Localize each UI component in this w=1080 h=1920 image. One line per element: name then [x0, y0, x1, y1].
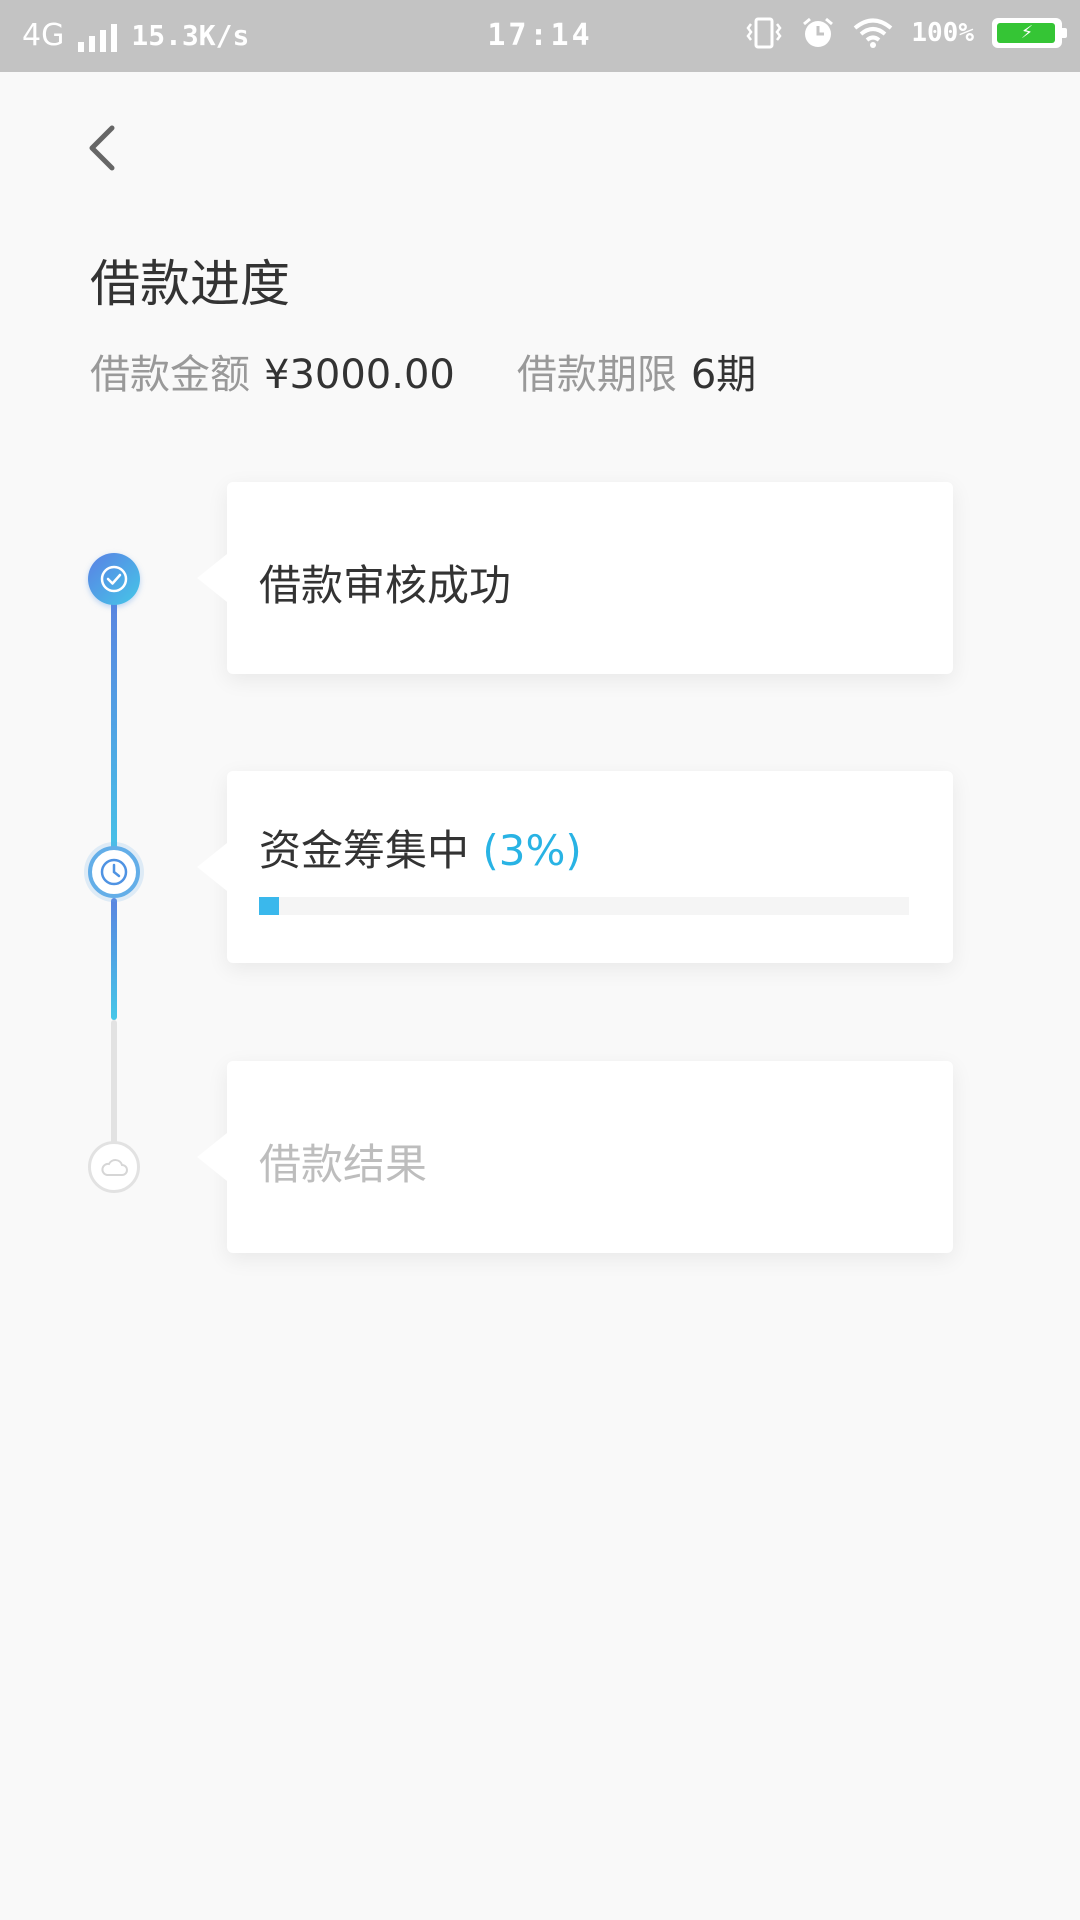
step-card-funding: 资金筹集中 (3%)	[197, 771, 953, 963]
cloud-icon	[101, 1159, 128, 1176]
step-title: 资金筹集中 (3%)	[259, 817, 582, 878]
status-right: 100% ⚡	[745, 16, 1067, 50]
step-title: 借款审核成功	[259, 561, 512, 610]
timeline-connector	[111, 600, 117, 874]
loan-summary: 借款金额 ¥3000.00 借款期限 6期	[90, 342, 756, 400]
step-node-done	[88, 553, 140, 605]
chevron-left-icon	[89, 125, 115, 171]
funding-progress-fill	[259, 897, 279, 915]
back-button[interactable]	[78, 118, 128, 178]
alarm-icon	[803, 17, 834, 47]
term-value: 6期	[690, 352, 757, 398]
wifi-icon	[854, 18, 893, 48]
status-bar: 4G 15.3K/s 17:14 100% ⚡	[0, 0, 1080, 72]
page-title: 借款进度	[90, 255, 290, 313]
step-card-review: 借款审核成功	[197, 482, 953, 674]
battery-percent: 100%	[911, 18, 974, 48]
clock-icon	[100, 858, 128, 886]
amount-label: 借款金额	[90, 352, 250, 398]
battery-icon: ⚡	[992, 18, 1067, 48]
step-node-pending	[88, 1141, 140, 1193]
step-card-result: 借款结果	[197, 1061, 953, 1253]
step-node-active	[88, 846, 140, 898]
vibrate-icon	[746, 17, 782, 49]
timeline-connector	[111, 898, 117, 1020]
check-icon	[100, 565, 128, 593]
term-label: 借款期限	[516, 352, 677, 398]
timeline-connector	[111, 1020, 117, 1144]
funding-percent: (3%)	[482, 826, 582, 875]
amount-value: ¥3000.00	[264, 352, 455, 398]
funding-progress-bar	[259, 897, 909, 915]
step-title: 借款结果	[259, 1140, 428, 1189]
step-title-text: 资金筹集中	[259, 826, 470, 875]
